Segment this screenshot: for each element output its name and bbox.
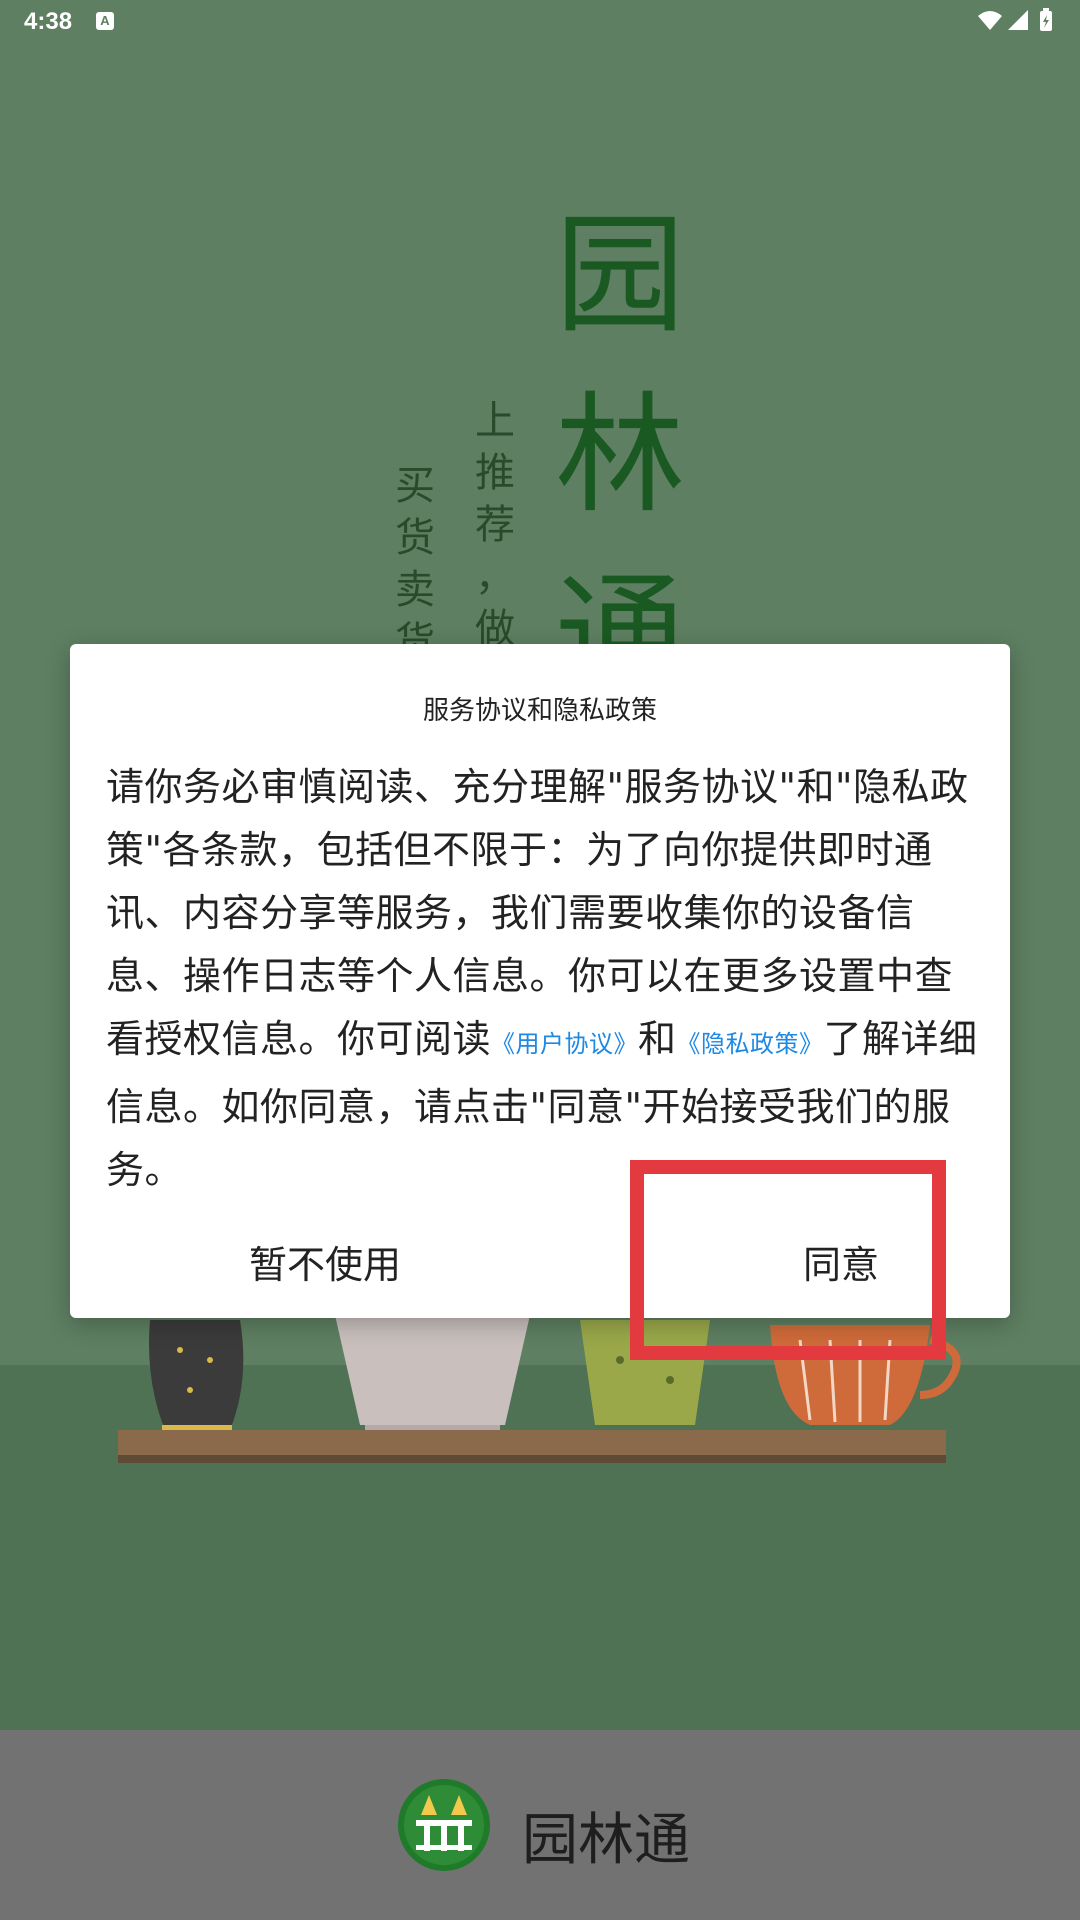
signal-icon — [1008, 10, 1028, 30]
wifi-icon — [978, 11, 1002, 30]
dialog-body: 请你务必审慎阅读、充分理解"服务协议"和"隐私政策"各条款，包括但不限于：为了向… — [106, 756, 986, 1202]
slogan-char: 荐 — [475, 502, 515, 548]
splash-title-char: 林 — [555, 379, 686, 531]
slogan-char: ， — [475, 554, 515, 600]
slogan-char: 推 — [475, 450, 515, 496]
wooden-shelf — [118, 1430, 946, 1455]
dialog-title: 服务协议和隐私政策 — [422, 696, 657, 726]
dialog-body-text: 和 — [638, 1017, 677, 1061]
status-bar: 4:38 A — [0, 0, 1080, 44]
slogan-char: 买 — [395, 463, 435, 509]
splash-slogan-left: 买 货 卖 货 — [395, 460, 435, 668]
black-vase — [149, 1320, 244, 1437]
footer-app-name: 园林通 — [522, 1808, 690, 1873]
status-icons — [978, 8, 1052, 31]
app-logo-icon — [398, 1779, 490, 1871]
battery-icon — [1040, 8, 1052, 31]
splash-title-char: 园 — [555, 199, 686, 351]
white-pot — [335, 1315, 530, 1437]
privacy-policy-link[interactable]: 《隐私政策》 — [677, 1030, 824, 1058]
notification-a-icon: A — [96, 12, 114, 30]
slogan-char: 货 — [395, 515, 435, 561]
highlight-annotation — [630, 1160, 946, 1360]
user-agreement-link[interactable]: 《用户协议》 — [491, 1030, 638, 1058]
slogan-char: 卖 — [395, 567, 435, 613]
splash-slogan-right: 上 推 荐 ， 做 — [475, 395, 515, 655]
decline-button[interactable]: 暂不使用 — [170, 1230, 480, 1300]
status-time: 4:38 — [24, 8, 73, 35]
slogan-char: 上 — [475, 398, 515, 444]
